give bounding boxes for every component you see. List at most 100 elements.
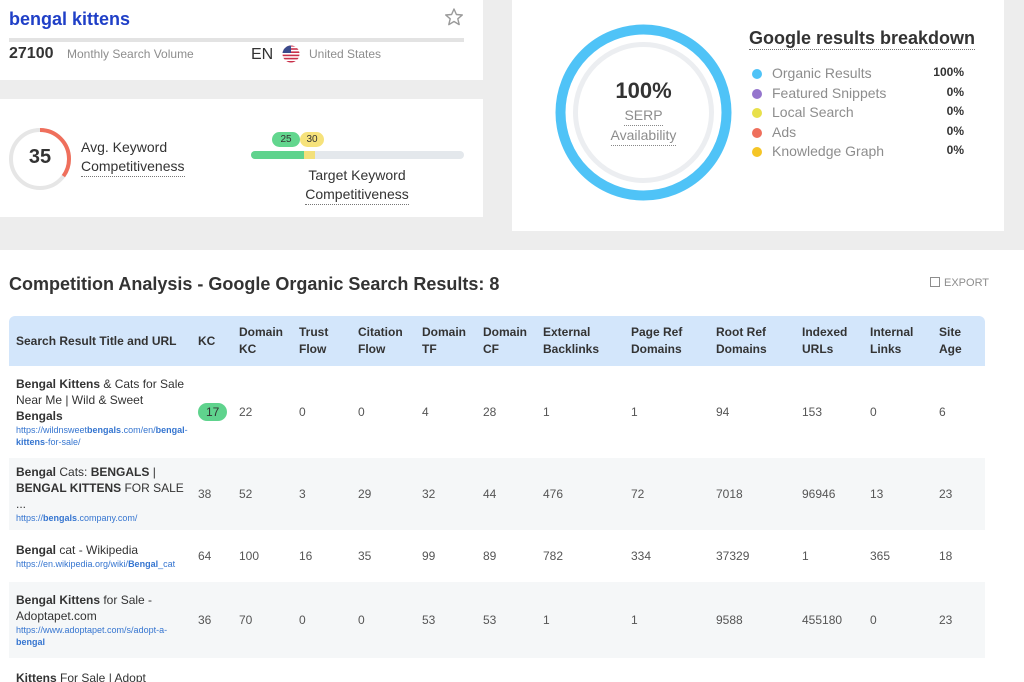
metric-cell: 13 <box>863 458 932 530</box>
metric-cell: 22 <box>239 405 253 419</box>
metric-cell: 94 <box>716 405 730 419</box>
metric-cell: 0 <box>351 582 415 658</box>
serp-label: SERP Availability <box>555 106 732 146</box>
result-title-cell[interactable]: Bengal Cats: BENGALS | BENGAL KITTENS FO… <box>9 458 191 530</box>
export-button[interactable]: EXPORT <box>930 277 989 289</box>
legend-value: 0% <box>946 143 964 157</box>
keyword-title[interactable]: bengal kittens <box>9 9 130 30</box>
column-header[interactable]: Domain KC <box>232 316 292 366</box>
result-title-cell[interactable]: Bengal Kittens & Cats for Sale Near Me |… <box>9 366 191 458</box>
result-url-link[interactable]: https://bengals.company.com/ <box>16 512 191 524</box>
metric-cell: 1 <box>536 582 624 658</box>
target-kc-label: Target Keyword Competitiveness <box>290 166 424 205</box>
metric-cell: 53 <box>415 582 476 658</box>
result-title: Bengal Cats: BENGALS | BENGAL KITTENS FO… <box>16 465 184 511</box>
metric-cell <box>351 658 415 682</box>
avg-kc-label: Avg. Keyword Competitiveness <box>81 138 185 177</box>
target-kc-bar-high-fill <box>304 151 315 159</box>
competition-table: Search Result Title and URL KC Domain KC Tru… <box>9 316 985 682</box>
result-url-link[interactable]: https://www.adoptapet.com/s/adopt-a-beng… <box>16 624 191 648</box>
breakdown-title: Google results breakdown <box>749 28 976 50</box>
target-kc-bar <box>251 151 464 159</box>
result-url-link[interactable]: https://en.wikipedia.org/wiki/Bengal_cat <box>16 558 191 570</box>
metric-cell <box>476 658 536 682</box>
country-name: United States <box>309 47 382 61</box>
legend-value: 0% <box>946 123 964 138</box>
metric-cell <box>232 658 292 682</box>
column-header[interactable]: Domain TF <box>415 316 476 366</box>
result-title-cell[interactable]: Bengal Kittens for Sale - Adoptapet.com h… <box>9 582 191 658</box>
legend-value: 100% <box>933 65 964 79</box>
target-kc-bar-low-fill <box>251 151 305 159</box>
metric-cell: 7018 <box>709 458 795 530</box>
column-header[interactable]: Internal Links <box>863 316 932 366</box>
metric-cell: 89 <box>483 549 497 563</box>
metric-cell: 70 <box>232 582 292 658</box>
metric-cell: 23 <box>932 582 985 658</box>
column-header[interactable]: Search Result Title and URL <box>9 316 191 366</box>
metric-cell: 782 <box>543 549 564 563</box>
legend-item: Organic Results 100% <box>752 64 964 84</box>
target-kc-high-badge: 30 <box>300 132 324 147</box>
result-title: Bengal Kittens for Sale - Adoptapet.com <box>16 593 153 623</box>
metric-cell: 1 <box>631 405 638 419</box>
metric-cell: 0 <box>870 405 877 419</box>
column-header[interactable]: External Backlinks <box>536 316 624 366</box>
us-flag-icon <box>282 45 300 63</box>
metric-cell: 32 <box>415 458 476 530</box>
metric-cell <box>536 658 624 682</box>
table-row[interactable]: Bengal Cats: BENGALS | BENGAL KITTENS FO… <box>9 458 985 530</box>
metric-cell: 35 <box>358 549 372 563</box>
result-title: Kittens For Sale | Adopt <box>16 671 146 682</box>
column-header[interactable]: Domain CF <box>476 316 536 366</box>
metric-cell: 9588 <box>709 582 795 658</box>
column-header[interactable]: KC <box>191 316 232 366</box>
export-label: EXPORT <box>944 277 990 289</box>
kc-cell: 64 <box>198 549 212 563</box>
metric-cell: 1 <box>802 549 809 563</box>
column-header[interactable]: Site Age <box>932 316 985 366</box>
metric-cell: 1 <box>624 582 709 658</box>
metric-cell: 16 <box>299 549 313 563</box>
column-header[interactable]: Indexed URLs <box>795 316 863 366</box>
result-title: Bengal cat - Wikipedia <box>16 543 139 557</box>
legend-dot-icon <box>752 127 762 138</box>
avg-kc-value: 35 <box>28 146 52 168</box>
metric-cell: 53 <box>476 582 536 658</box>
result-title-cell[interactable]: Kittens For Sale | Adopt <box>9 658 191 682</box>
result-title-cell[interactable]: Bengal cat - Wikipedia https://en.wikiped… <box>9 530 191 582</box>
metric-cell: 96946 <box>795 458 863 530</box>
column-header[interactable]: Page Ref Domains <box>624 316 709 366</box>
metric-cell <box>415 658 476 682</box>
legend-label: Local Search <box>772 104 854 120</box>
legend-value: 0% <box>946 104 964 118</box>
result-title: Bengal Kittens & Cats for Sale Near Me |… <box>16 377 185 423</box>
column-header[interactable]: Citation Flow <box>351 316 415 366</box>
metric-cell <box>709 658 795 682</box>
metric-cell: 28 <box>483 405 497 419</box>
table-row[interactable]: Bengal Kittens & Cats for Sale Near Me |… <box>9 366 985 458</box>
legend-item: Knowledge Graph 0% <box>752 142 964 162</box>
metric-cell: 334 <box>631 549 652 563</box>
metric-cell: 72 <box>624 458 709 530</box>
legend-item: Featured Snippets 0% <box>752 84 964 104</box>
metric-cell: 4 <box>422 405 429 419</box>
result-url-link[interactable]: https://wildnsweetbengals.com/en/bengal-… <box>16 424 191 448</box>
metric-cell: 0 <box>292 582 351 658</box>
metric-cell: 99 <box>422 549 436 563</box>
column-header[interactable]: Trust Flow <box>292 316 351 366</box>
search-volume: 27100 <box>9 45 54 62</box>
legend-dot-icon <box>752 108 762 118</box>
serp-percent: 100% <box>615 78 672 103</box>
kc-cell <box>191 658 232 682</box>
legend-dot-icon <box>752 88 762 99</box>
column-header[interactable]: Root Ref Domains <box>709 316 795 366</box>
table-row[interactable]: Bengal Kittens for Sale - Adoptapet.com h… <box>9 582 985 658</box>
keyword-divider <box>9 38 464 42</box>
star-icon[interactable] <box>444 7 464 27</box>
table-row[interactable]: Kittens For Sale | Adopt <box>9 658 985 682</box>
metric-cell: 3 <box>292 458 351 530</box>
metric-cell: 455180 <box>795 582 863 658</box>
table-row[interactable]: Bengal cat - Wikipedia https://en.wikiped… <box>9 530 985 582</box>
competition-title: Competition Analysis - Google Organic Se… <box>9 274 500 294</box>
